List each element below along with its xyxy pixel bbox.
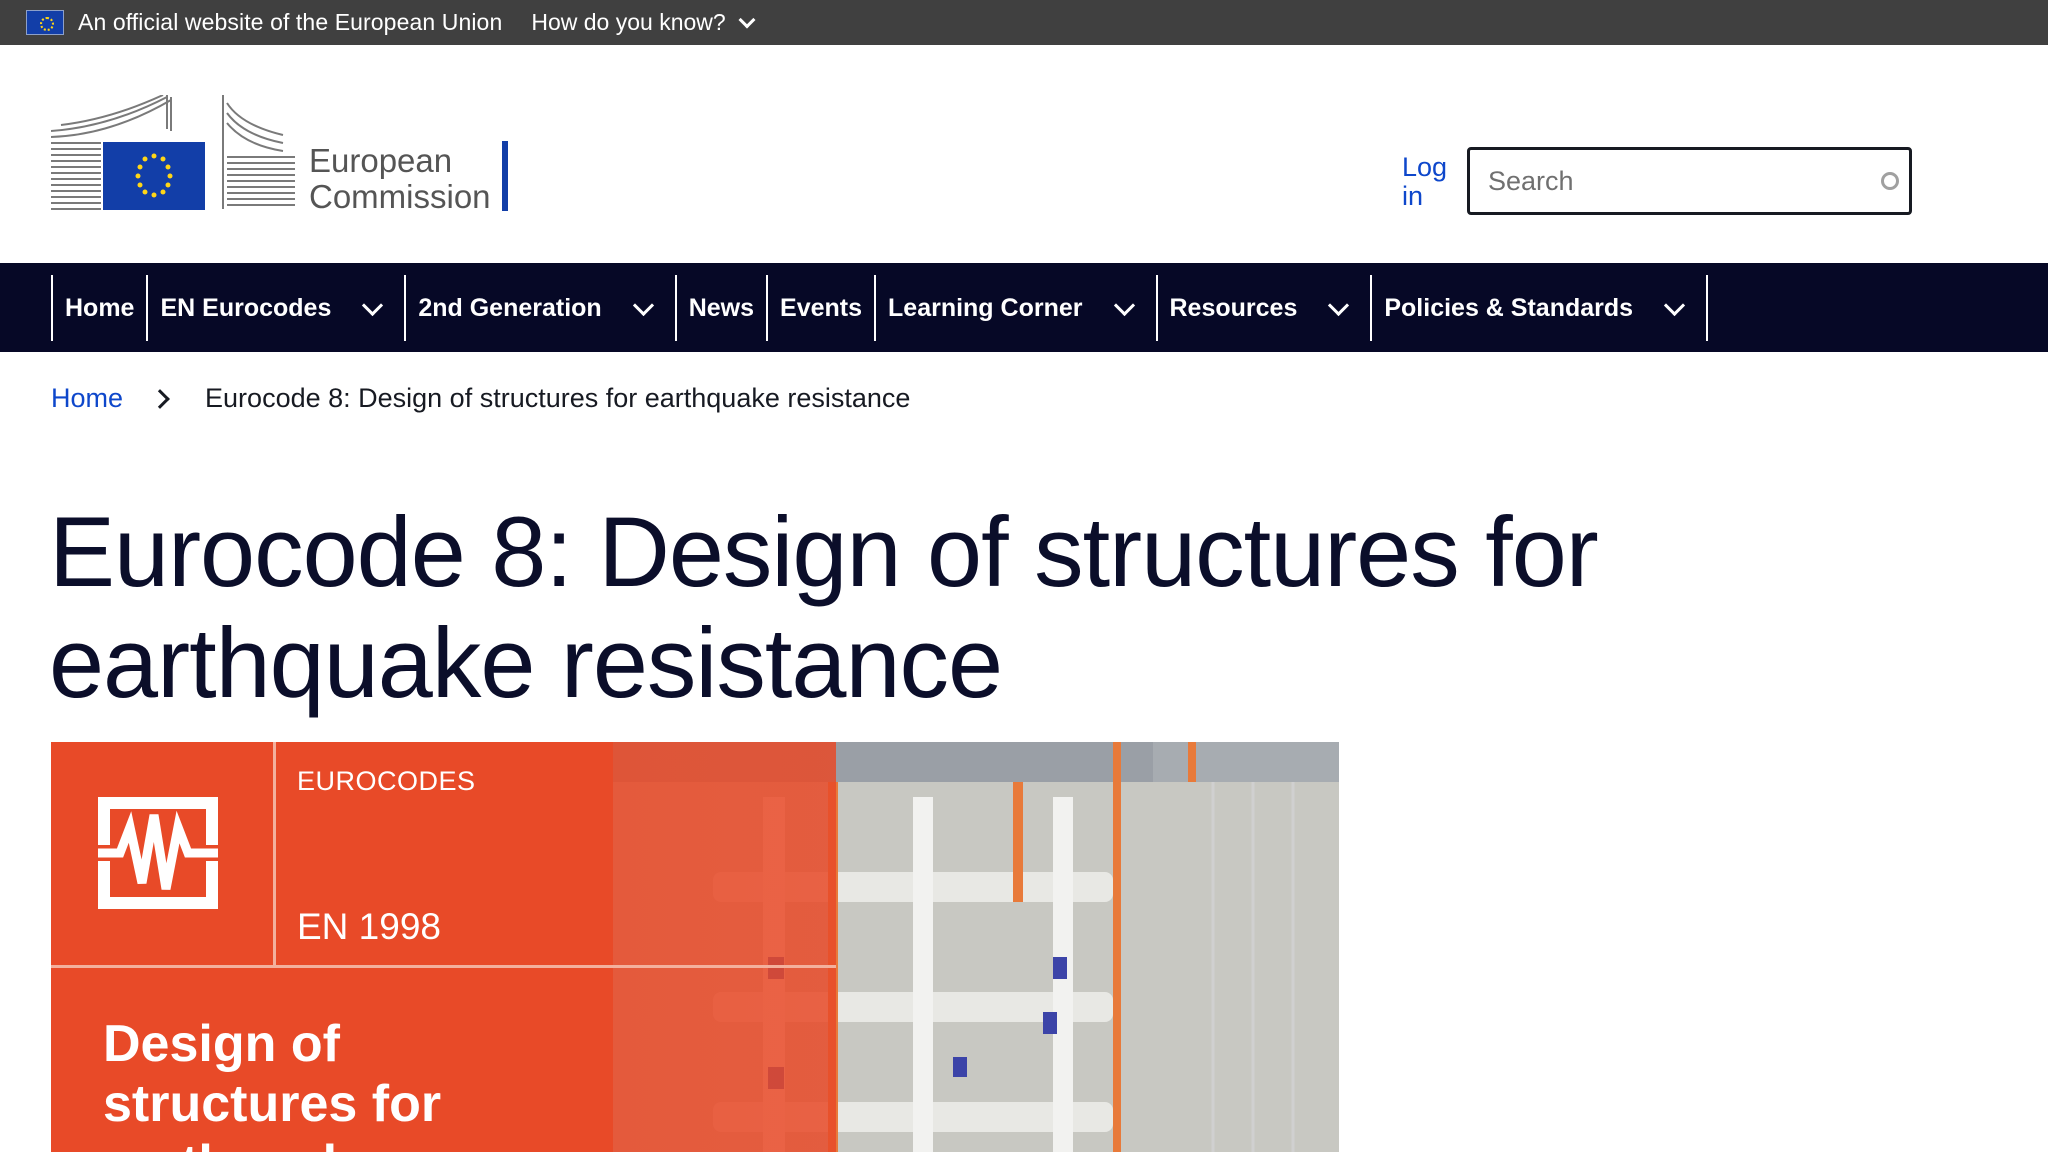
logo-line-commission: Commission	[309, 178, 491, 215]
seismic-wave-logo-icon	[98, 797, 218, 909]
nav-item-policies-standards[interactable]: Policies & Standards	[1372, 275, 1709, 341]
logo-text: European Commission	[309, 143, 491, 215]
nav-item-2nd-generation[interactable]: 2nd Generation	[406, 275, 677, 341]
cover-standard-number: EN 1998	[297, 906, 441, 947]
main-navigation: Home EN Eurocodes 2nd Generation News Ev…	[0, 263, 2048, 352]
chevron-down-icon[interactable]	[1113, 294, 1135, 316]
chevron-down-icon[interactable]	[1663, 294, 1686, 316]
cover-divider-vertical	[273, 742, 276, 967]
login-link[interactable]: Log in	[1402, 153, 1447, 211]
search-icon[interactable]	[1881, 172, 1899, 190]
login-label-line1: Log	[1402, 152, 1448, 182]
nav-item-en-eurocodes[interactable]: EN Eurocodes	[148, 275, 407, 341]
commission-building-icon	[50, 94, 295, 210]
cover-heading-line: earthquake	[103, 1134, 603, 1152]
cover-heading-line: Design of	[103, 1015, 340, 1073]
cover-divider-horizontal	[51, 965, 836, 968]
chevron-right-icon	[150, 388, 170, 409]
eu-flag-icon	[26, 10, 64, 35]
chevron-down-icon[interactable]	[1328, 294, 1350, 316]
nav-item-home[interactable]: Home	[53, 275, 149, 341]
search-input[interactable]	[1488, 165, 1858, 197]
nav-item-label: 2nd Generation	[418, 293, 602, 322]
chevron-down-icon[interactable]	[362, 294, 384, 316]
european-commission-logo[interactable]: European Commission	[50, 94, 521, 215]
chevron-down-icon	[738, 11, 756, 28]
how-do-you-know-label: How do you know?	[531, 9, 726, 35]
logo-line-european: European	[309, 142, 453, 179]
breadcrumb-home-link[interactable]: Home	[51, 383, 123, 414]
nav-item-label: EN Eurocodes	[160, 293, 332, 322]
nav-item-label: Events	[780, 293, 863, 322]
breadcrumb: Home Eurocode 8: Design of structures fo…	[51, 383, 910, 414]
cover-heading-line: structures for	[103, 1075, 442, 1133]
logo-accent-bar	[502, 141, 508, 211]
eurocode-cover-image: EUROCODES EN 1998 Design of structures f…	[51, 742, 1339, 1152]
nav-item-resources[interactable]: Resources	[1158, 275, 1373, 341]
nav-item-news[interactable]: News	[677, 275, 769, 341]
nav-item-label: News	[688, 293, 755, 322]
login-label-line2: in	[1402, 181, 1424, 211]
official-eu-banner: An official website of the European Unio…	[0, 0, 2048, 45]
nav-list: Home EN Eurocodes 2nd Generation News Ev…	[51, 275, 1709, 341]
official-banner-text: An official website of the European Unio…	[78, 9, 503, 35]
cover-heading: Design of structures for earthquake	[103, 1014, 603, 1152]
chevron-down-icon[interactable]	[632, 294, 654, 316]
site-header: European Commission Log in	[0, 45, 2048, 263]
search-box	[1467, 147, 1912, 215]
cover-series-label: EUROCODES	[297, 766, 476, 796]
nav-item-events[interactable]: Events	[768, 275, 877, 341]
nav-item-label: Policies & Standards	[1384, 293, 1634, 322]
nav-item-label: Home	[65, 293, 135, 322]
breadcrumb-current: Eurocode 8: Design of structures for ear…	[205, 383, 911, 413]
page-title: Eurocode 8: Design of structures for ear…	[49, 496, 1599, 718]
nav-item-learning-corner[interactable]: Learning Corner	[876, 275, 1158, 341]
nav-item-label: Learning Corner	[888, 293, 1083, 322]
nav-item-label: Resources	[1169, 293, 1298, 322]
how-do-you-know-toggle[interactable]: How do you know?	[531, 9, 756, 36]
